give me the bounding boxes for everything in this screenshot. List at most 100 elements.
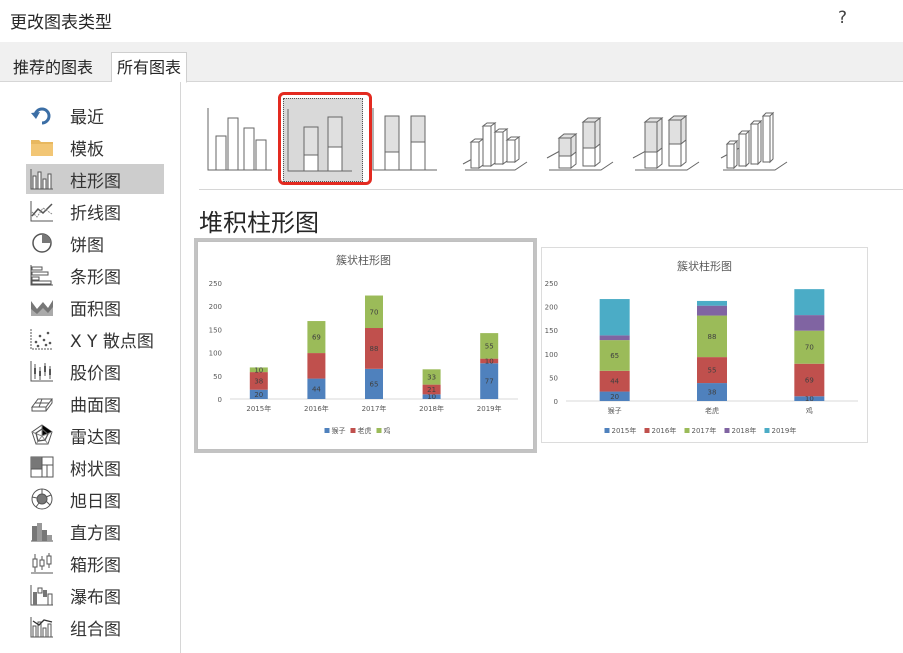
legend-swatch xyxy=(376,428,382,433)
sidebar-item-recent[interactable]: 最近 xyxy=(26,100,164,130)
tab-strip: 推荐的图表 所有图表 xyxy=(0,42,903,83)
sidebar-item-scatter[interactable]: X Y 散点图 xyxy=(26,324,164,354)
bar-chart-icon xyxy=(30,265,53,286)
y-tick-label: 50 xyxy=(213,373,222,381)
tab-recommended-charts[interactable]: 推荐的图表 xyxy=(8,55,98,81)
3d-100-stacked-column-icon[interactable] xyxy=(629,98,707,180)
y-tick-label: 100 xyxy=(209,350,222,358)
bar-segment xyxy=(599,299,630,336)
x-tick-label: 老虎 xyxy=(705,406,719,415)
stacked-column-chart-1: 簇状柱形图 0 50 100 150 200 250 20 38 10 2015年 44 69 2016年… xyxy=(209,253,518,435)
chart-title: 簇状柱形图 xyxy=(336,253,391,267)
y-tick-label: 0 xyxy=(554,398,558,406)
chart-preview-1[interactable]: 簇状柱形图 0 50 100 150 200 250 20 38 10 2015年 44 69 2016年… xyxy=(194,238,537,453)
data-label: 44 xyxy=(312,385,321,393)
bar-segment xyxy=(307,353,326,379)
legend-label: 2018年 xyxy=(732,426,757,435)
data-label: 20 xyxy=(610,393,619,401)
legend-label: 老虎 xyxy=(358,426,372,435)
sidebar-item-surface[interactable]: 曲面图 xyxy=(26,388,164,418)
sidebar-item-label: 箱形图 xyxy=(70,556,121,576)
y-tick-label: 150 xyxy=(545,327,558,335)
sidebar-item-sunburst[interactable]: 旭日图 xyxy=(26,484,164,514)
y-tick-label: 100 xyxy=(545,351,558,359)
sidebar-item-label: 折线图 xyxy=(70,204,121,224)
line-chart-icon xyxy=(30,201,53,222)
pie-chart-icon xyxy=(32,233,52,253)
x-tick-label: 2016年 xyxy=(304,404,329,413)
chart-type-title: 堆积柱形图 xyxy=(199,209,319,237)
y-tick-label: 50 xyxy=(549,374,558,382)
3d-stacked-column-icon[interactable] xyxy=(543,98,621,180)
data-label: 88 xyxy=(370,345,379,353)
data-label: 77 xyxy=(485,378,494,386)
dialog-titlebar: 更改图表类型 ? xyxy=(0,0,903,42)
clustered-column-icon[interactable] xyxy=(204,98,282,180)
100-stacked-column-icon[interactable] xyxy=(369,98,447,180)
sidebar-item-label: 最近 xyxy=(70,108,104,128)
surface-chart-icon xyxy=(31,398,53,412)
stacked-column-chart-2: 簇状柱形图 0 50 100 150 200 250 20 44 65 猴子 38 55 88 老虎 10 69… xyxy=(545,259,858,435)
y-tick-label: 0 xyxy=(218,396,222,404)
legend-swatch xyxy=(324,428,330,433)
help-button[interactable]: ? xyxy=(838,8,847,28)
legend-label: 2015年 xyxy=(612,426,637,435)
legend-label: 2017年 xyxy=(692,426,717,435)
sunburst-icon xyxy=(31,488,53,510)
legend-label: 猴子 xyxy=(332,426,346,435)
data-label: 55 xyxy=(708,367,717,375)
data-label: 65 xyxy=(610,352,619,360)
sidebar-item-line[interactable]: 折线图 xyxy=(26,196,164,226)
legend-label: 2019年 xyxy=(772,426,797,435)
y-tick-label: 150 xyxy=(209,326,222,334)
legend-swatch xyxy=(644,428,650,433)
dialog-title: 更改图表类型 xyxy=(10,13,112,33)
chart-title: 簇状柱形图 xyxy=(677,259,732,273)
sidebar-item-treemap[interactable]: 树状图 xyxy=(26,452,164,482)
sidebar-item-label: 雷达图 xyxy=(70,428,121,448)
stacked-column-icon[interactable] xyxy=(283,98,363,182)
column-chart-icon xyxy=(30,169,53,190)
data-label: 10 xyxy=(254,366,263,374)
x-tick-label: 2017年 xyxy=(362,404,387,413)
legend-swatch xyxy=(350,428,356,433)
chart-preview-2[interactable]: 簇状柱形图 0 50 100 150 200 250 20 44 65 猴子 38 55 88 老虎 10 69… xyxy=(541,247,868,443)
legend-swatch xyxy=(604,428,610,433)
3d-clustered-column-icon[interactable] xyxy=(457,98,535,180)
data-label: 10 xyxy=(485,357,494,365)
combo-chart-icon xyxy=(30,617,53,638)
sidebar-item-label: 饼图 xyxy=(70,236,104,256)
sidebar-item-templates[interactable]: 模板 xyxy=(26,132,164,162)
data-label: 69 xyxy=(805,376,814,384)
sidebar-item-combo[interactable]: 组合图 xyxy=(26,612,164,642)
recent-icon xyxy=(31,107,51,125)
chart-category-list: 最近 模板 柱形图 折线图 饼图 条形图 面积图 X Y 散点图 股价图 曲面图… xyxy=(0,82,181,653)
sidebar-item-label: 组合图 xyxy=(70,620,121,640)
sidebar-item-stock[interactable]: 股价图 xyxy=(26,356,164,386)
sidebar-item-bar[interactable]: 条形图 xyxy=(26,260,164,290)
treemap-icon xyxy=(30,456,54,478)
folder-icon xyxy=(31,140,53,156)
sidebar-item-label: 旭日图 xyxy=(70,492,121,512)
data-label: 38 xyxy=(254,377,263,385)
waterfall-icon xyxy=(30,585,53,606)
3d-column-icon[interactable] xyxy=(717,98,795,180)
sidebar-item-pie[interactable]: 饼图 xyxy=(26,228,164,258)
sidebar-item-label: 股价图 xyxy=(70,364,121,384)
sidebar-item-waterfall[interactable]: 瀑布图 xyxy=(26,580,164,610)
sidebar-item-box-whisker[interactable]: 箱形图 xyxy=(26,548,164,578)
data-label: 88 xyxy=(708,333,717,341)
x-tick-label: 2019年 xyxy=(477,404,502,413)
sidebar-item-histogram[interactable]: 直方图 xyxy=(26,516,164,546)
sidebar-item-label: 柱形图 xyxy=(70,172,121,192)
x-tick-label: 2015年 xyxy=(246,404,271,413)
data-label: 55 xyxy=(485,342,494,350)
area-chart-icon xyxy=(31,300,53,316)
tab-all-charts[interactable]: 所有图表 xyxy=(111,52,188,83)
y-tick-label: 200 xyxy=(545,304,558,312)
data-label: 33 xyxy=(427,373,436,381)
sidebar-item-label: 曲面图 xyxy=(70,396,121,416)
sidebar-item-column[interactable]: 柱形图 xyxy=(26,164,164,194)
sidebar-item-area[interactable]: 面积图 xyxy=(26,292,164,322)
sidebar-item-radar[interactable]: 雷达图 xyxy=(26,420,164,450)
